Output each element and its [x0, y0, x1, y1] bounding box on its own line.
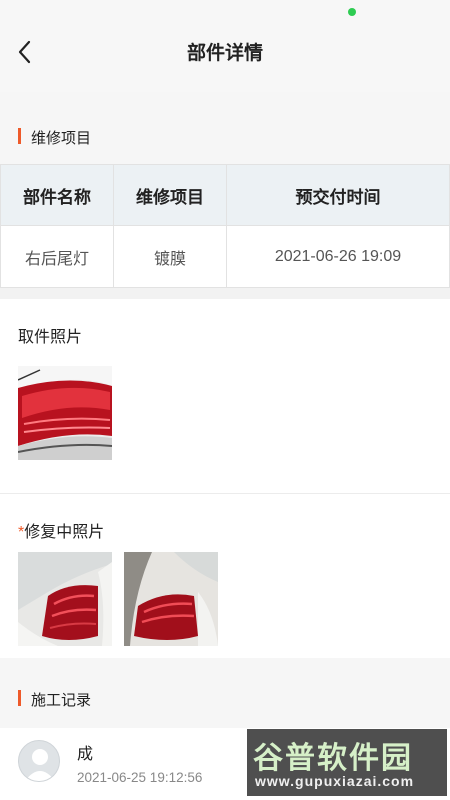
watermark-logo: 谷普软件园 www.gupuxiazai.com [247, 729, 447, 796]
repair-photos-title: *修复中照片 [18, 518, 104, 542]
pickup-photos-section: 取件照片 [0, 299, 450, 493]
repair-items-table: 部件名称 维修项目 预交付时间 右后尾灯 镀膜 2021-06-26 19:09 [0, 164, 450, 288]
table-row: 右后尾灯 镀膜 2021-06-26 19:09 [0, 225, 450, 288]
status-indicator-dot [348, 8, 356, 16]
repair-photo-2[interactable] [124, 552, 218, 646]
repair-photos-title-text: 修复中照片 [24, 524, 105, 541]
user-avatar-icon [18, 740, 60, 782]
record-name: 成 [77, 746, 94, 763]
cell-part-name: 右后尾灯 [0, 225, 114, 288]
repair-photo-1[interactable] [18, 552, 112, 646]
cell-delivery-time: 2021-06-26 19:09 [226, 225, 450, 288]
construction-section-title: 施工记录 [31, 692, 92, 709]
watermark-url-text: www.gupuxiazai.com [255, 773, 415, 789]
repair-section-header: 维修项目 [0, 92, 450, 164]
column-header-part-name: 部件名称 [0, 164, 114, 226]
section-accent-bar [18, 690, 21, 706]
table-header-row: 部件名称 维修项目 预交付时间 [0, 164, 450, 226]
cell-repair-item: 镀膜 [113, 225, 227, 288]
status-bar [0, 0, 450, 24]
pickup-photos-title: 取件照片 [18, 329, 83, 346]
page-title: 部件详情 [186, 43, 263, 64]
section-accent-bar [18, 128, 21, 144]
pickup-photo-taillight[interactable] [18, 366, 112, 460]
repair-section-title: 维修项目 [31, 130, 92, 147]
watermark-main-text: 谷普软件园 [253, 741, 413, 776]
record-time: 2021-06-25 19:12:56 [77, 770, 203, 785]
column-header-delivery-time: 预交付时间 [226, 164, 450, 226]
repair-photos-section: *修复中照片 [0, 494, 450, 658]
column-header-repair-item: 维修项目 [113, 164, 227, 226]
construction-section-header: 施工记录 [0, 658, 450, 728]
navigation-bar: 部件详情 [0, 24, 450, 92]
